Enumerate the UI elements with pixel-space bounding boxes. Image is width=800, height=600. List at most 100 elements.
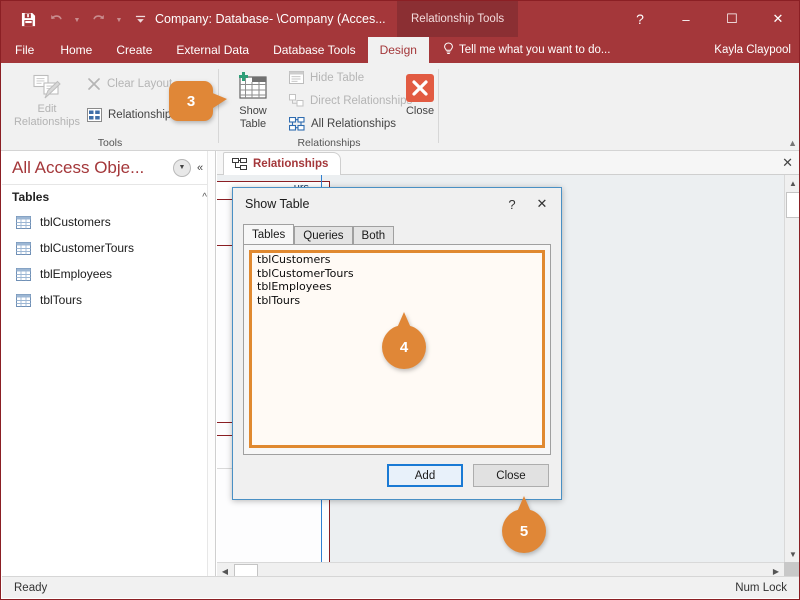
- num-lock-indicator: Num Lock: [735, 581, 787, 594]
- lightbulb-icon: [443, 42, 454, 58]
- clear-layout-icon: [87, 77, 101, 91]
- list-item[interactable]: tblCustomers: [252, 253, 542, 267]
- chevron-down-icon[interactable]: ▼: [173, 158, 191, 177]
- list-item[interactable]: tblTours: [252, 294, 542, 308]
- sidebar-item-tblcustomertours[interactable]: tblCustomerTours: [2, 235, 215, 261]
- dialog-title: Show Table: [245, 197, 310, 211]
- relationships-icon: [232, 157, 247, 171]
- document-tab-bar: Relationships ✕: [217, 151, 799, 175]
- contextual-tab-title: Relationship Tools: [397, 1, 519, 37]
- quick-access-toolbar: ▼ ▼: [1, 6, 149, 32]
- tell-me-box[interactable]: Tell me what you want to do...: [429, 37, 611, 63]
- dialog-button-row: Add Close: [387, 464, 549, 487]
- tab-database-tools[interactable]: Database Tools: [261, 37, 368, 63]
- edit-relationships-label: Edit Relationships: [13, 103, 81, 128]
- clear-layout-button[interactable]: Clear Layout: [87, 77, 172, 91]
- vertical-scroll-thumb[interactable]: [786, 192, 799, 218]
- ribbon-group-relationships: Show Table Hide Table Direct Relationshi…: [219, 63, 439, 151]
- canvas-vertical-scrollbar[interactable]: ▲ ▼: [784, 175, 799, 562]
- edit-relationships-icon: [32, 73, 62, 101]
- ribbon-tab-strip: File Home Create External Data Database …: [1, 37, 799, 63]
- all-relationships-icon: [289, 117, 305, 131]
- callout-badge-5: 5: [502, 496, 546, 553]
- status-bar: Ready Num Lock: [2, 576, 799, 598]
- navigation-pane: All Access Obje... ▼ « Tables ^ tblCusto…: [2, 151, 216, 578]
- ribbon-group-relationships-label: Relationships: [297, 137, 361, 149]
- tab-relationships[interactable]: Relationships: [223, 152, 342, 175]
- dialog-tab-tables[interactable]: Tables: [243, 224, 295, 245]
- hide-table-button[interactable]: Hide Table: [289, 71, 364, 84]
- access-application-window: ▼ ▼ Company: Database- \Company (Acces..…: [0, 0, 800, 600]
- dialog-tab-strip: Tables Queries Both: [243, 224, 395, 245]
- tab-home[interactable]: Home: [48, 37, 104, 63]
- ribbon: Edit Relationships Clear Layout Relation…: [1, 63, 799, 151]
- callout-badge-3-number: 3: [186, 92, 196, 110]
- window-controls: ? – ☐ ✕: [617, 1, 799, 37]
- window-title: Company: Database- \Company (Acces...: [155, 12, 386, 26]
- dialog-close-icon[interactable]: ✕: [527, 191, 557, 217]
- callout-badge-4-number: 4: [399, 338, 409, 356]
- tab-external-data[interactable]: External Data: [164, 37, 261, 63]
- nav-group-label: Tables: [12, 190, 50, 204]
- save-icon[interactable]: [15, 6, 41, 32]
- redo-dropdown-icon[interactable]: ▼: [113, 6, 125, 32]
- list-item[interactable]: tblCustomerTours: [252, 267, 542, 281]
- navigation-pane-header: All Access Obje... ▼ «: [2, 151, 215, 185]
- dialog-tab-both[interactable]: Both: [352, 226, 395, 245]
- sidebar-item-label: tblCustomerTours: [40, 241, 135, 255]
- all-relationships-button[interactable]: All Relationships: [289, 117, 396, 131]
- edit-relationships-button[interactable]: Edit Relationships: [13, 73, 81, 129]
- add-button[interactable]: Add: [387, 464, 463, 487]
- tab-file[interactable]: File: [1, 37, 48, 63]
- nav-group-tables[interactable]: Tables ^: [2, 185, 215, 209]
- redo-icon[interactable]: [85, 6, 111, 32]
- document-tab-label: Relationships: [253, 158, 329, 170]
- show-table-icon: [236, 71, 270, 103]
- close-button[interactable]: Close: [473, 464, 549, 487]
- tab-create[interactable]: Create: [104, 37, 164, 63]
- direct-relationships-icon: [289, 94, 304, 108]
- tab-design[interactable]: Design: [367, 37, 429, 63]
- table-icon: [16, 215, 31, 229]
- relationship-report-icon: [87, 108, 102, 122]
- customize-qat-icon[interactable]: [131, 6, 149, 32]
- sidebar-item-tblcustomers[interactable]: tblCustomers: [2, 209, 215, 235]
- dialog-title-bar[interactable]: Show Table ? ✕: [233, 188, 561, 220]
- all-relationships-label: All Relationships: [311, 118, 397, 130]
- close-relationships-label: Close: [405, 105, 435, 117]
- sidebar-item-label: tblEmployees: [40, 267, 113, 281]
- close-window-icon[interactable]: ✕: [755, 1, 799, 37]
- close-relationships-button[interactable]: Close: [397, 73, 443, 118]
- help-icon[interactable]: ?: [617, 1, 663, 37]
- user-account-name[interactable]: Kayla Claypool: [714, 37, 791, 63]
- undo-icon[interactable]: [43, 6, 69, 32]
- close-document-icon[interactable]: ✕: [782, 155, 793, 171]
- tell-me-label: Tell me what you want to do...: [458, 44, 611, 56]
- show-table-button[interactable]: Show Table: [225, 71, 281, 131]
- minimize-icon[interactable]: –: [663, 1, 709, 37]
- ribbon-group-tools-label: Tools: [97, 137, 123, 149]
- table-icon: [16, 293, 31, 307]
- direct-relationships-button[interactable]: Direct Relationships: [289, 94, 412, 108]
- dialog-help-icon[interactable]: ?: [497, 191, 527, 217]
- sidebar-item-tbltours[interactable]: tblTours: [2, 287, 215, 313]
- clear-layout-label: Clear Layout: [107, 78, 173, 90]
- collapse-ribbon-icon[interactable]: ▲: [788, 138, 797, 148]
- hide-table-label: Hide Table: [310, 71, 365, 84]
- table-icon: [16, 241, 31, 255]
- sidebar-item-tblemployees[interactable]: tblEmployees: [2, 261, 215, 287]
- scroll-down-icon[interactable]: ▼: [785, 546, 799, 562]
- scroll-up-icon[interactable]: ▲: [785, 175, 799, 191]
- title-bar: ▼ ▼ Company: Database- \Company (Acces..…: [1, 1, 799, 37]
- callout-badge-4: 4: [382, 312, 426, 369]
- dialog-tab-queries[interactable]: Queries: [294, 226, 353, 245]
- callout-badge-5-number: 5: [519, 522, 529, 540]
- navigation-pane-scrollbar[interactable]: [207, 151, 215, 578]
- ribbon-group-divider-2: [438, 69, 439, 143]
- maximize-icon[interactable]: ☐: [709, 1, 755, 37]
- hide-table-icon: [289, 71, 304, 84]
- undo-dropdown-icon[interactable]: ▼: [71, 6, 83, 32]
- sidebar-item-label: tblTours: [40, 293, 83, 307]
- status-message: Ready: [14, 581, 48, 594]
- list-item[interactable]: tblEmployees: [252, 280, 542, 294]
